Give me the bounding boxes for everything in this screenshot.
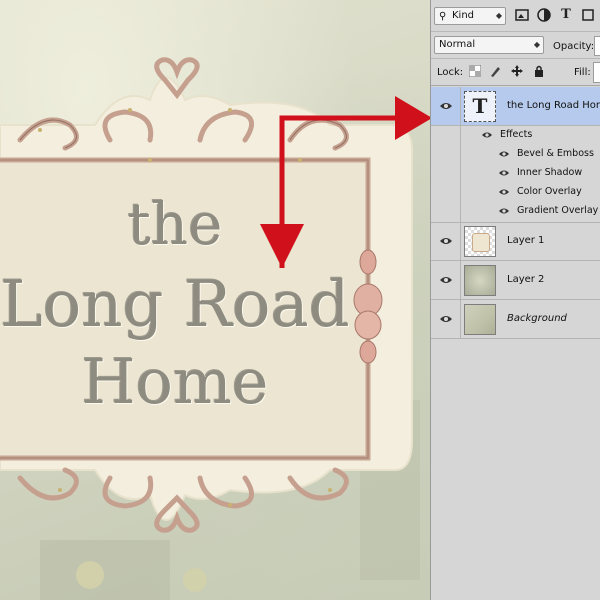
layer-thumbnail xyxy=(464,265,496,296)
effects-label: Effects xyxy=(500,129,533,140)
visibility-eye-icon[interactable] xyxy=(439,313,453,325)
layer-divider xyxy=(460,261,461,299)
effects-header-row[interactable]: Effects xyxy=(431,126,600,145)
lock-label: Lock: xyxy=(437,67,464,78)
lock-position-icon[interactable] xyxy=(511,65,523,77)
effect-row-bevel-emboss[interactable]: Bevel & Emboss xyxy=(431,145,600,164)
layer-thumbnail xyxy=(464,304,496,335)
blend-mode-select[interactable]: Normal ◆ xyxy=(434,36,544,54)
effect-name: Gradient Overlay xyxy=(517,205,599,216)
layer-divider xyxy=(460,300,461,338)
opacity-label: Opacity: xyxy=(553,41,595,52)
chevron-updown-icon: ◆ xyxy=(495,11,502,20)
type-filter-icon[interactable]: T xyxy=(559,8,573,22)
adjustment-filter-icon[interactable] xyxy=(537,8,551,22)
lock-row: Lock: Fill: xyxy=(431,59,600,86)
layer-name[interactable]: Layer 2 xyxy=(507,274,544,285)
effect-row-color-overlay[interactable]: Color Overlay xyxy=(431,183,600,202)
layer-name[interactable]: Layer 1 xyxy=(507,235,544,246)
thumbnail-frame-preview xyxy=(472,233,490,252)
kind-select-label: Kind xyxy=(452,10,475,21)
search-icon: ⚲ xyxy=(439,11,447,22)
effect-row-inner-shadow[interactable]: Inner Shadow xyxy=(431,164,600,183)
layer-row-layer-1[interactable]: Layer 1 xyxy=(431,222,600,261)
layer-row-text[interactable]: T the Long Road Home xyxy=(431,87,600,126)
layer-name[interactable]: Background xyxy=(507,313,567,324)
document-canvas[interactable]: the Long Road Home xyxy=(0,0,430,600)
text-layer-thumbnail: T xyxy=(464,91,496,122)
fill-label: Fill: xyxy=(574,67,591,78)
blend-mode-row: Normal ◆ Opacity: xyxy=(431,32,600,59)
effect-name: Bevel & Emboss xyxy=(517,148,594,159)
layer-thumbnail xyxy=(464,226,496,257)
visibility-eye-icon[interactable] xyxy=(481,130,493,140)
effect-name: Color Overlay xyxy=(517,186,582,197)
layer-kind-filter-select[interactable]: ⚲ Kind ◆ xyxy=(434,7,506,25)
blend-mode-value: Normal xyxy=(439,39,476,50)
effect-row-gradient-overlay[interactable]: Gradient Overlay xyxy=(431,202,600,221)
visibility-eye-icon[interactable] xyxy=(498,206,510,216)
lock-image-pixels-icon[interactable] xyxy=(489,65,501,77)
layer-filter-row: ⚲ Kind ◆ T xyxy=(431,0,600,32)
visibility-eye-icon[interactable] xyxy=(498,187,510,197)
fill-field[interactable] xyxy=(593,62,600,83)
shape-filter-icon[interactable] xyxy=(581,8,595,22)
image-filter-icon[interactable] xyxy=(515,8,529,22)
visibility-eye-icon[interactable] xyxy=(439,100,453,112)
layer-divider xyxy=(460,222,461,260)
lock-transparent-pixels-icon[interactable] xyxy=(468,64,482,78)
effect-name: Inner Shadow xyxy=(517,167,583,178)
opacity-field[interactable] xyxy=(594,36,600,56)
visibility-eye-icon[interactable] xyxy=(498,168,510,178)
layer-name[interactable]: the Long Road Home xyxy=(507,100,600,111)
visibility-eye-icon[interactable] xyxy=(498,149,510,159)
visibility-eye-icon[interactable] xyxy=(439,274,453,286)
canvas-title-line-3: Home xyxy=(81,345,269,418)
layer-row-layer-2[interactable]: Layer 2 xyxy=(431,261,600,300)
type-layer-icon: T xyxy=(472,94,488,118)
visibility-eye-icon[interactable] xyxy=(439,235,453,247)
canvas-title-line-2: Long Road xyxy=(0,268,350,342)
lock-all-icon[interactable] xyxy=(533,65,545,77)
chevron-updown-icon: ◆ xyxy=(533,40,540,49)
layer-effects-list: Effects Bevel & Emboss Inner Shadow Colo… xyxy=(431,126,600,223)
layers-panel: ⚲ Kind ◆ T Normal ◆ Opacity: Lock: Fill:… xyxy=(430,0,600,600)
layer-divider xyxy=(460,87,461,125)
layer-row-background[interactable]: Background xyxy=(431,300,600,339)
canvas-title-line-1: the xyxy=(127,190,223,258)
